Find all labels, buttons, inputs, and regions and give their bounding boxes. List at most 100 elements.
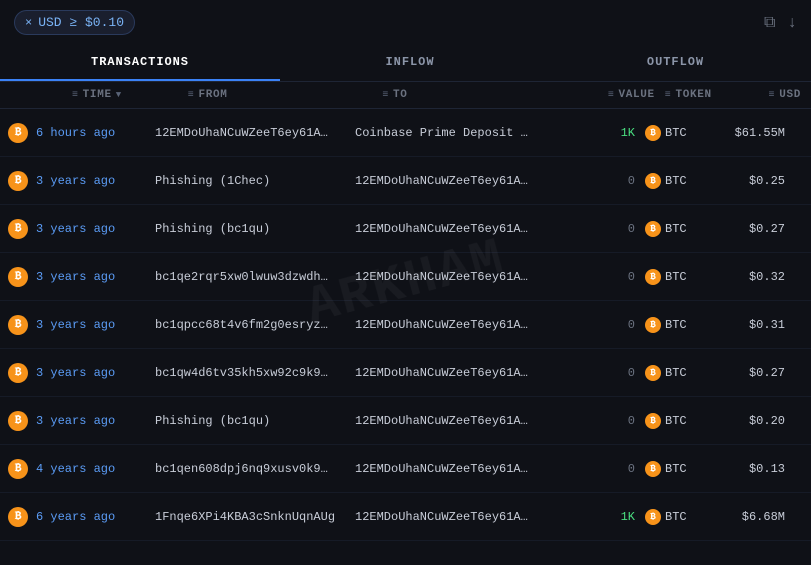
token-symbol: BTC (665, 270, 687, 284)
row-value: 0 (555, 366, 635, 380)
btc-circle: ₿ (8, 459, 28, 479)
table-row[interactable]: ₿ 3 years ago Phishing (1Chec) 12EMDoUha… (0, 157, 811, 205)
row-from: 1Fnqe6XPi4KBA3cSnknUqnAUg (155, 510, 355, 524)
row-token: ₿ BTC (635, 365, 715, 381)
row-btc-icon: ₿ (0, 219, 36, 239)
btc-circle: ₿ (8, 123, 28, 143)
row-btc-icon: ₿ (0, 363, 36, 383)
token-icon: ₿ (645, 461, 661, 477)
table-row[interactable]: ₿ 3 years ago bc1qe2rqr5xw0lwuw3dzwdh… 1… (0, 253, 811, 301)
row-btc-icon: ₿ (0, 123, 36, 143)
filter-label: USD ≥ $0.10 (38, 15, 124, 30)
from-label: FROM (198, 89, 227, 101)
row-from: Phishing (bc1qu) (155, 222, 355, 236)
token-symbol: BTC (665, 462, 687, 476)
row-value: 0 (555, 462, 635, 476)
table-row[interactable]: ₿ 3 years ago bc1qw4d6tv35kh5xw92c9k9… 1… (0, 349, 811, 397)
tab-outflow[interactable]: OUTFLOW (540, 45, 811, 81)
btc-circle: ₿ (8, 219, 28, 239)
row-to: 12EMDoUhaNCuWZeeT6ey61A… (355, 366, 555, 380)
btc-circle: ₿ (8, 507, 28, 527)
token-icon: ₿ (645, 125, 661, 141)
row-token: ₿ BTC (635, 125, 715, 141)
row-btc-icon: ₿ (0, 459, 36, 479)
row-to: 12EMDoUhaNCuWZeeT6ey61A… (355, 414, 555, 428)
filter-remove-btn[interactable]: × (25, 16, 32, 30)
token-symbol: BTC (665, 366, 687, 380)
time-sort-icon: ▼ (116, 90, 122, 100)
btc-circle: ₿ (8, 363, 28, 383)
value-label: VALUE (618, 89, 654, 101)
table-row[interactable]: ₿ 3 years ago Phishing (bc1qu) 12EMDoUha… (0, 397, 811, 445)
row-usd: $0.31 (715, 318, 795, 332)
token-icon: ₿ (645, 269, 661, 285)
row-from: bc1qen608dpj6nq9xusv0k9… (155, 462, 355, 476)
table-row[interactable]: ₿ 6 hours ago 12EMDoUhaNCuWZeeT6ey61A… C… (0, 109, 811, 157)
row-time: 6 hours ago (36, 126, 155, 140)
token-icon: ₿ (645, 365, 661, 381)
row-token: ₿ BTC (635, 317, 715, 333)
tab-transactions[interactable]: TRANSACTIONS (0, 45, 280, 81)
row-to: 12EMDoUhaNCuWZeeT6ey61A… (355, 222, 555, 236)
row-to: 12EMDoUhaNCuWZeeT6ey61A… (355, 174, 555, 188)
row-token: ₿ BTC (635, 413, 715, 429)
row-btc-icon: ₿ (0, 411, 36, 431)
token-symbol: BTC (665, 318, 687, 332)
row-to: 12EMDoUhaNCuWZeeT6ey61A… (355, 462, 555, 476)
row-to: 12EMDoUhaNCuWZeeT6ey61A… (355, 510, 555, 524)
row-btc-icon: ₿ (0, 507, 36, 527)
col-header-usd[interactable]: ≡ USD (733, 89, 811, 101)
row-value: 1K (555, 126, 635, 140)
row-time: 3 years ago (36, 174, 155, 188)
token-icon: ₿ (645, 173, 661, 189)
token-symbol: BTC (665, 126, 687, 140)
row-btc-icon: ₿ (0, 171, 36, 191)
row-from: bc1qe2rqr5xw0lwuw3dzwdh… (155, 270, 355, 284)
table-row[interactable]: ₿ 6 years ago 1Fnqe6XPi4KBA3cSnknUqnAUg … (0, 493, 811, 541)
row-token: ₿ BTC (635, 221, 715, 237)
to-label: TO (393, 89, 408, 101)
row-btc-icon: ₿ (0, 315, 36, 335)
row-time: 3 years ago (36, 270, 155, 284)
col-header-time[interactable]: ≡ TIME ▼ (36, 89, 188, 101)
btc-circle: ₿ (8, 315, 28, 335)
row-token: ₿ BTC (635, 509, 715, 525)
token-icon: ₿ (645, 413, 661, 429)
token-label: TOKEN (675, 89, 711, 101)
token-symbol: BTC (665, 510, 687, 524)
btc-circle: ₿ (8, 411, 28, 431)
time-label: TIME (83, 89, 112, 101)
filter-badge[interactable]: × USD ≥ $0.10 (14, 10, 135, 35)
row-usd: $6.68M (715, 510, 795, 524)
token-icon: ₿ (645, 317, 661, 333)
table-row[interactable]: ₿ 3 years ago bc1qpcc68t4v6fm2g0esryz… 1… (0, 301, 811, 349)
token-icon: ₿ (645, 221, 661, 237)
token-symbol: BTC (665, 174, 687, 188)
table-row[interactable]: ₿ 3 years ago Phishing (bc1qu) 12EMDoUha… (0, 205, 811, 253)
row-to: Coinbase Prime Deposit … (355, 126, 555, 140)
section-headers: TRANSACTIONS INFLOW OUTFLOW (0, 45, 811, 82)
value-filter-icon: ≡ (608, 90, 615, 101)
row-time: 3 years ago (36, 414, 155, 428)
row-time: 3 years ago (36, 222, 155, 236)
col-header-value[interactable]: ≡ VALUE (577, 89, 655, 101)
copy-icon[interactable]: ⧉ (764, 14, 775, 32)
row-usd: $0.13 (715, 462, 795, 476)
row-usd: $0.20 (715, 414, 795, 428)
col-header-to[interactable]: ≡ TO (382, 89, 577, 101)
col-header-from[interactable]: ≡ FROM (188, 89, 383, 101)
tab-inflow[interactable]: INFLOW (280, 45, 540, 81)
usd-filter-icon: ≡ (769, 90, 776, 101)
row-token: ₿ BTC (635, 269, 715, 285)
from-filter-icon: ≡ (188, 90, 195, 101)
row-value: 0 (555, 318, 635, 332)
usd-label: USD (779, 89, 801, 101)
table-row[interactable]: ₿ 4 years ago bc1qen608dpj6nq9xusv0k9… 1… (0, 445, 811, 493)
token-symbol: BTC (665, 414, 687, 428)
row-usd: $0.27 (715, 366, 795, 380)
download-icon[interactable]: ↓ (787, 14, 797, 32)
row-value: 0 (555, 174, 635, 188)
col-header-token[interactable]: ≡ TOKEN (655, 89, 733, 101)
top-icons: ⧉ ↓ (764, 14, 797, 32)
row-token: ₿ BTC (635, 173, 715, 189)
